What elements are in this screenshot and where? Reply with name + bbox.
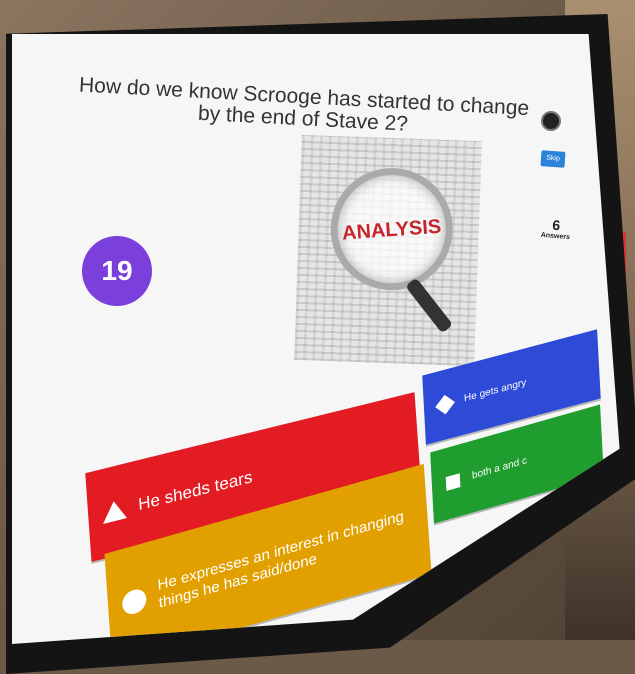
analysis-word: ANALYSIS — [341, 215, 442, 245]
magnifier-handle — [405, 277, 454, 334]
square-icon — [445, 473, 461, 491]
diamond-icon — [435, 394, 455, 415]
answer-label: both a and c — [471, 455, 528, 482]
logo-icon — [541, 111, 561, 131]
circle-icon — [121, 586, 148, 617]
answer-label: He sheds tears — [137, 467, 253, 514]
triangle-icon — [101, 498, 128, 524]
countdown-timer: 19 — [82, 236, 152, 306]
answer-label: He gets angry — [463, 377, 527, 405]
question-image: ANALYSIS — [294, 134, 482, 367]
magnifier-icon: ANALYSIS — [328, 166, 455, 293]
skip-button[interactable]: Skip — [540, 150, 566, 168]
question-title: How do we know Scrooge has started to ch… — [78, 73, 530, 136]
answers-counter: 6 Answers — [537, 215, 575, 242]
